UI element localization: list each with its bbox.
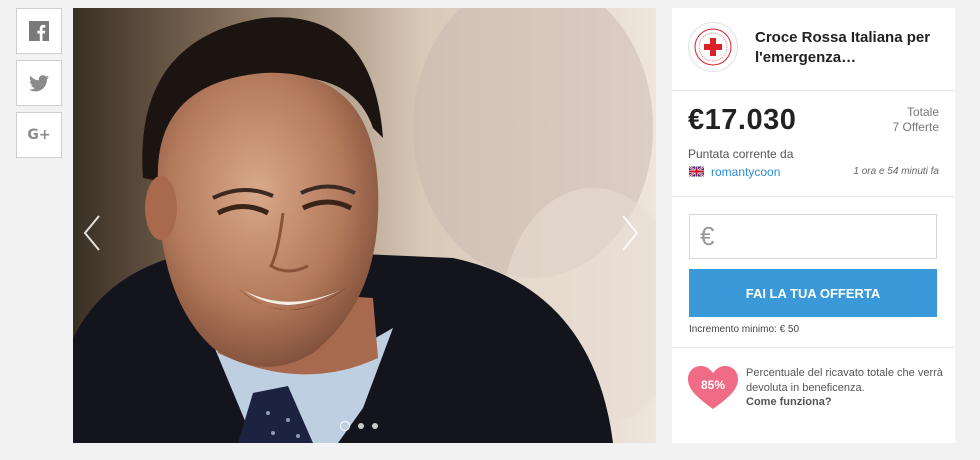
- gallery-dot[interactable]: [340, 421, 350, 431]
- gallery-dot[interactable]: [372, 423, 378, 429]
- red-cross-logo-icon[interactable]: [688, 22, 738, 72]
- image-gallery[interactable]: [73, 8, 656, 443]
- charity-percentage: 85%: [700, 378, 726, 392]
- twitter-share-button[interactable]: [16, 60, 62, 106]
- place-bid-button[interactable]: FAI LA TUA OFFERTA: [689, 269, 937, 317]
- euro-symbol: €: [700, 221, 715, 251]
- gallery-pagination: [340, 421, 378, 431]
- googleplus-share-button[interactable]: G+: [16, 112, 62, 158]
- auction-panel: Croce Rossa Italiana per l'emergenza… €1…: [672, 8, 955, 443]
- bid-timestamp: 1 ora e 54 minuti fa: [853, 166, 939, 177]
- organization-header: Croce Rossa Italiana per l'emergenza…: [672, 8, 955, 91]
- current-bid-label: Puntata corrente da: [688, 147, 794, 161]
- offers-summary: Totale 7 Offerte: [893, 105, 939, 135]
- chevron-right-icon[interactable]: [619, 213, 641, 253]
- twitter-icon: [29, 74, 49, 91]
- offers-count: 7 Offerte: [892, 120, 939, 134]
- bidder-link[interactable]: romantycoon: [711, 165, 780, 179]
- facebook-icon: [29, 21, 49, 41]
- google-plus-icon: G+: [27, 127, 51, 143]
- how-it-works-link[interactable]: Come funziona?: [746, 396, 832, 408]
- min-increment-text: Incremento minimo: € 50: [689, 324, 800, 335]
- divider: [672, 196, 955, 197]
- bid-amount-input[interactable]: [720, 225, 925, 248]
- gallery-dot[interactable]: [358, 423, 364, 429]
- total-label: Totale: [906, 105, 939, 119]
- chevron-left-icon[interactable]: [81, 213, 103, 253]
- charity-description: Percentuale del ricavato totale che verr…: [746, 367, 943, 394]
- current-price: €17.030: [688, 104, 797, 136]
- divider: [672, 347, 955, 348]
- facebook-share-button[interactable]: [16, 8, 62, 54]
- uk-flag-icon: [689, 166, 704, 177]
- photo-smiling-man-in-suit: [73, 8, 656, 443]
- organization-name[interactable]: Croce Rossa Italiana per l'emergenza…: [755, 28, 945, 68]
- bid-amount-field[interactable]: €: [689, 214, 937, 259]
